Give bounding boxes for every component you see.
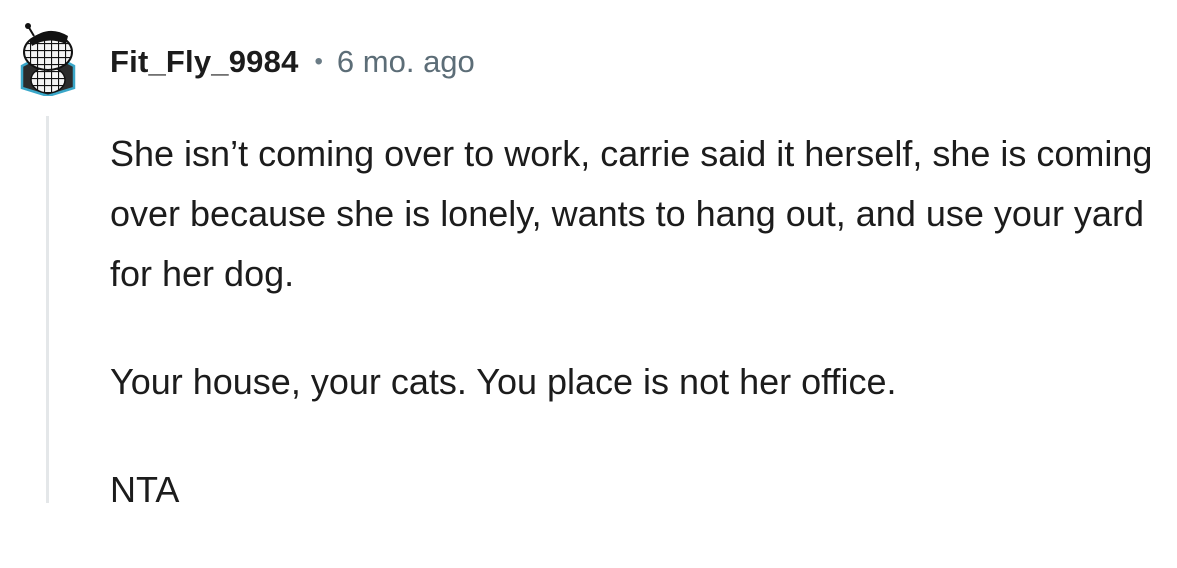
snoo-avatar-icon bbox=[20, 23, 76, 98]
comment-header: Fit_Fly_9984 • 6 mo. ago bbox=[110, 40, 475, 84]
comment-body: She isn’t coming over to work, carrie sa… bbox=[110, 124, 1174, 568]
comment-paragraph: She isn’t coming over to work, carrie sa… bbox=[110, 133, 1153, 294]
username[interactable]: Fit_Fly_9984 bbox=[110, 44, 299, 80]
meta-separator: • bbox=[314, 48, 323, 75]
comment-paragraph: NTA bbox=[110, 469, 180, 510]
comment-paragraph: Your house, your cats. You place is not … bbox=[110, 361, 897, 402]
avatar[interactable] bbox=[16, 22, 80, 98]
comment: Fit_Fly_9984 • 6 mo. ago She isn’t comin… bbox=[0, 0, 1177, 510]
thread-line[interactable] bbox=[46, 116, 49, 503]
timestamp[interactable]: 6 mo. ago bbox=[337, 44, 475, 80]
